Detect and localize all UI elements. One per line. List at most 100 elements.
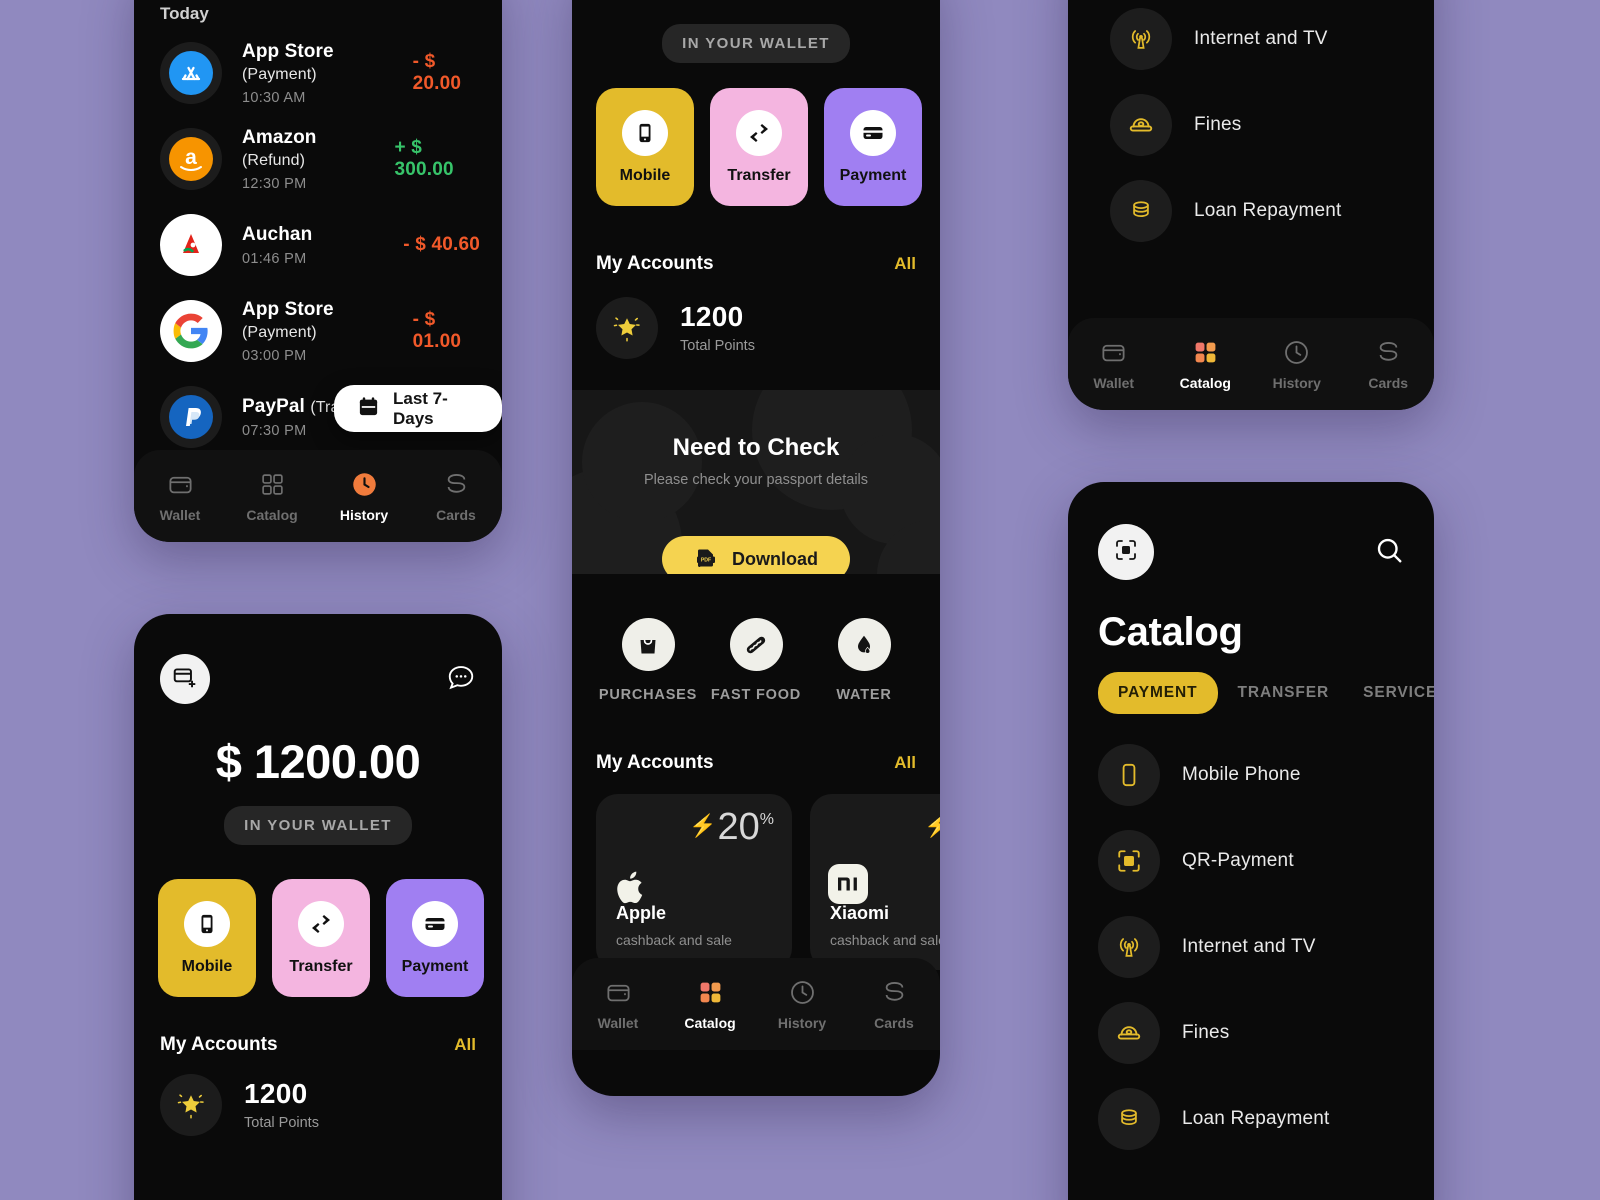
list-item[interactable]: QR-Payment (1098, 818, 1408, 904)
app-store-icon (160, 42, 222, 104)
tx-merchant: PayPal (242, 395, 305, 417)
tab-services[interactable]: SERVICES (1349, 672, 1434, 714)
cashback-percent: ⚡ 5 % (924, 808, 940, 846)
tab-transfer[interactable]: TRANSFER (1224, 672, 1344, 714)
nav-item-history[interactable]: History (759, 977, 845, 1031)
clock-icon (351, 469, 378, 499)
nav-item-catalog[interactable]: Catalog (1162, 337, 1248, 391)
category-label: PURCHASES (598, 687, 698, 703)
nav-label: Wallet (159, 507, 201, 523)
svg-text:a: a (185, 146, 197, 169)
category-fast-food[interactable]: FAST FOOD (704, 618, 808, 703)
google-icon (160, 300, 222, 362)
points-label: Total Points (680, 337, 755, 354)
table-row[interactable]: a Amazon (Refund) 12:30 PM + $ 300.00 (160, 116, 480, 202)
decorative-bubble (582, 402, 702, 522)
nav-item-history[interactable]: History (321, 469, 407, 523)
bottom-nav: Wallet Catalog History Cards (134, 450, 502, 542)
add-card-button[interactable] (160, 654, 210, 704)
shopping-bag-icon (621, 618, 675, 671)
quick-action-mobile[interactable]: Mobile (158, 879, 256, 997)
nav-label: Catalog (1179, 375, 1231, 391)
see-all-link[interactable]: All (894, 753, 916, 773)
tx-amount: - $ 20.00 (412, 51, 462, 94)
tx-kind: (Payment) (242, 323, 317, 341)
list-item[interactable]: Internet and TV (1110, 0, 1408, 82)
scan-button[interactable] (1098, 524, 1154, 580)
quick-action-transfer[interactable]: Transfer (272, 879, 370, 997)
nav-label: Wallet (1093, 375, 1135, 391)
grid-icon (698, 977, 723, 1007)
catalog-list-panel: QR-Payment Internet and TV Fines Loan Re… (1068, 0, 1434, 410)
download-button[interactable]: PDF Download (662, 536, 850, 574)
see-all-link[interactable]: All (454, 1035, 476, 1055)
list-item[interactable]: Loan Repayment (1098, 1076, 1408, 1162)
list-item[interactable]: Loan Repayment (1110, 168, 1408, 254)
nav-item-catalog[interactable]: Catalog (229, 469, 315, 523)
coins-icon (1098, 1088, 1160, 1150)
section-label-today: Today (160, 4, 209, 23)
list-item-label: QR-Payment (1182, 850, 1294, 871)
nav-item-wallet[interactable]: Wallet (137, 469, 223, 523)
nav-item-wallet[interactable]: Wallet (1071, 337, 1157, 391)
date-filter-button[interactable]: Last 7-Days (334, 385, 502, 432)
list-item[interactable]: Fines (1110, 82, 1408, 168)
broadcast-icon (1110, 8, 1172, 70)
cards-icon (443, 469, 470, 499)
list-item-label: Loan Repayment (1182, 1108, 1330, 1129)
date-filter-label: Last 7-Days (393, 388, 448, 428)
chat-bubble-icon (446, 665, 476, 696)
brand-name: Xiaomi (830, 903, 890, 923)
bolt-icon: ⚡ (924, 813, 940, 838)
nav-item-cards[interactable]: Cards (1345, 337, 1431, 391)
list-item[interactable]: Mobile Phone (1098, 732, 1408, 818)
nav-label: Wallet (597, 1015, 639, 1031)
list-item[interactable]: Fines (1098, 990, 1408, 1076)
tx-kind: (Refund) (242, 151, 306, 169)
chat-button[interactable] (446, 662, 476, 697)
quick-action-mobile[interactable]: Mobile (596, 88, 694, 206)
nav-item-wallet[interactable]: Wallet (575, 977, 661, 1031)
nav-label: Catalog (246, 507, 298, 523)
table-row[interactable]: App Store (Payment) 03:00 PM - $ 01.00 (160, 288, 480, 374)
quick-actions: Mobile Transfer Payment (596, 88, 922, 206)
coins-icon (1110, 180, 1172, 242)
quick-action-transfer[interactable]: Transfer (710, 88, 808, 206)
history-screen-panel: Today App Store (Payment) 10:30 AM - $ 2… (134, 0, 502, 542)
quick-action-payment[interactable]: Payment (386, 879, 484, 997)
table-row[interactable]: App Store (Payment) 10:30 AM - $ 20.00 (160, 30, 480, 116)
balance-chip: IN YOUR WALLET (662, 24, 850, 63)
nav-item-catalog[interactable]: Catalog (667, 977, 753, 1031)
points-row[interactable]: 1200 Total Points (160, 1074, 319, 1136)
wallet-icon (605, 977, 632, 1007)
category-label: FAST FOOD (710, 687, 802, 703)
calendar-icon (357, 395, 380, 423)
table-row[interactable]: Auchan 01:46 PM - $ 40.60 (160, 202, 480, 288)
brand-card-xiaomi[interactable]: ⚡ 5 % Xiaomi cashback and sale (810, 794, 940, 970)
star-sparkle-icon (160, 1074, 222, 1136)
quick-actions: Mobile Transfer Payment (158, 879, 484, 997)
quick-action-payment[interactable]: Payment (824, 88, 922, 206)
accounts-section-header: My Accounts All (596, 253, 916, 275)
tx-time: 03:00 PM (242, 347, 307, 364)
nav-item-history[interactable]: History (1254, 337, 1340, 391)
list-item[interactable]: Internet and TV (1098, 904, 1408, 990)
auchan-icon (160, 214, 222, 276)
category-purchases[interactable]: PURCHASES (596, 618, 700, 703)
points-row[interactable]: 1200 Total Points (596, 297, 755, 359)
catalog-item-list: QR-Payment Internet and TV Fines Loan Re… (1110, 0, 1408, 254)
nav-item-cards[interactable]: Cards (413, 469, 499, 523)
nav-item-cards[interactable]: Cards (851, 977, 937, 1031)
tab-payment[interactable]: PAYMENT (1098, 672, 1218, 714)
grid-icon (1193, 337, 1218, 367)
search-icon (1374, 538, 1404, 569)
police-cap-icon (1110, 94, 1172, 156)
wallet-icon (167, 469, 194, 499)
nav-label: Cards (1368, 375, 1409, 391)
category-water[interactable]: WATER (812, 618, 916, 703)
see-all-link[interactable]: All (894, 254, 916, 274)
wallet-screen-panel: $ 1200.00 IN YOUR WALLET Mobile Transfer… (134, 614, 502, 1200)
search-button[interactable] (1374, 535, 1404, 570)
page-title: Catalog (1098, 610, 1243, 654)
brand-card-apple[interactable]: ⚡ 20 % Apple cashback and sale (596, 794, 792, 970)
